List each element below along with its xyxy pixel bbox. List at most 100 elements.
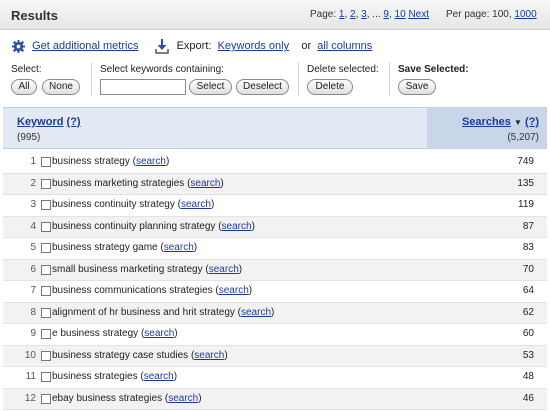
row-checkbox[interactable] [41, 307, 51, 318]
searches-sort-link[interactable]: Searches [462, 116, 511, 128]
keyword-text: business continuity planning strategy [52, 220, 216, 232]
row-checkbox[interactable] [41, 200, 51, 210]
keyword-text: business communications strategies [52, 285, 213, 296]
table-row: 7 business communications strategies (sea… [3, 281, 547, 303]
divider [389, 62, 390, 96]
table-header: Keyword (?) (995) Searches ▼ (?) (5,207) [3, 107, 547, 149]
keyword-text: business marketing strategies [52, 177, 185, 189]
row-checkbox[interactable] [41, 264, 51, 275]
delete-button[interactable]: Delete [307, 79, 353, 95]
searches-column-header: Searches ▼ (?) [462, 116, 539, 128]
search-link[interactable]: search [190, 178, 220, 189]
row-checkbox[interactable] [41, 243, 51, 253]
searches-help-link[interactable]: (?) [525, 116, 539, 128]
table-row: 10 business strategy case studies (search… [3, 345, 547, 367]
row-number: 5 [30, 242, 36, 253]
search-link[interactable]: search [168, 393, 198, 404]
select-containing-button[interactable]: Select [189, 79, 232, 95]
row-checkbox[interactable] [41, 178, 51, 189]
save-button[interactable]: Save [398, 79, 436, 95]
keyword-cell: alignment of hr business and hrit strate… [52, 306, 275, 318]
keyword-cell: business strategies (search) [52, 371, 178, 382]
pager-label: Page: [310, 9, 337, 20]
sort-descending-icon: ▼ [513, 118, 522, 127]
select-label: Select: [11, 64, 42, 75]
keyword-count: (995) [17, 132, 41, 143]
per-page-current: 100 [492, 9, 509, 20]
searches-value: 119 [518, 199, 534, 210]
page-link-1[interactable]: 1 [339, 9, 345, 20]
table-row: 4 business continuity planning strategy (… [3, 216, 547, 238]
metrics-bar: Get additional metrics Export: Keywords … [12, 38, 372, 56]
row-checkbox[interactable] [41, 393, 51, 404]
search-link[interactable]: search [136, 156, 166, 167]
keyword-text: business continuity strategy [52, 199, 175, 210]
keyword-filter-input[interactable] [100, 79, 186, 95]
select-none-button[interactable]: None [42, 79, 80, 95]
row-number: 8 [30, 306, 36, 318]
per-page-label: Per page: [446, 9, 490, 20]
searches-value: 135 [517, 177, 534, 189]
page-link-2[interactable]: 2 [350, 9, 356, 20]
row-number: 11 [25, 371, 36, 382]
searches-value: 70 [522, 263, 534, 275]
page-link-9[interactable]: 9 [383, 9, 389, 20]
search-link[interactable]: search [222, 221, 252, 232]
row-checkbox[interactable] [41, 221, 51, 232]
select-all-button[interactable]: All [11, 79, 37, 95]
keyword-column-header: Keyword (?) [17, 116, 81, 128]
keyword-cell: small business marketing strategy (searc… [52, 263, 243, 275]
pagination: Page: 1, 2, 3, ... 9, 10 Next [310, 9, 430, 20]
row-checkbox[interactable] [41, 329, 51, 339]
keyword-help-link[interactable]: (?) [67, 116, 81, 128]
row-checkbox[interactable] [41, 372, 51, 382]
search-link[interactable]: search [144, 371, 174, 382]
table-row: 12 ebay business strategies (search) 46 [3, 388, 547, 410]
keyword-cell: e business strategy (search) [52, 328, 178, 339]
row-number: 6 [30, 263, 36, 275]
table-row: 11 business strategies (search) 48 [3, 367, 547, 389]
keyword-sort-link[interactable]: Keyword [17, 116, 63, 128]
searches-value: 53 [522, 349, 534, 361]
keyword-text: business strategy case studies [52, 349, 189, 361]
searches-value: 60 [522, 328, 534, 339]
searches-value: 64 [522, 285, 534, 296]
search-link[interactable]: search [194, 350, 224, 361]
row-checkbox[interactable] [41, 350, 51, 361]
searches-value: 749 [517, 156, 534, 167]
keyword-text: small business marketing strategy [52, 263, 203, 275]
export-label: Export: [176, 40, 212, 52]
row-checkbox[interactable] [41, 286, 51, 296]
keyword-cell: ebay business strategies (search) [52, 392, 202, 404]
containing-label: Select keywords containing: [100, 64, 224, 75]
search-link[interactable]: search [241, 307, 271, 318]
row-checkbox[interactable] [41, 157, 51, 167]
export-all-columns-link[interactable]: all columns [317, 40, 372, 52]
page-link-10[interactable]: 10 [395, 9, 406, 20]
keyword-text: e business strategy [52, 328, 139, 339]
keyword-cell: business strategy (search) [52, 156, 170, 167]
row-number: 1 [30, 156, 36, 167]
save-selected-label: Save Selected: [398, 64, 469, 75]
keyword-text: business strategy game [52, 242, 158, 253]
row-number: 3 [30, 199, 36, 210]
search-link[interactable]: search [181, 199, 211, 210]
row-number: 7 [30, 285, 36, 296]
keyword-text: business strategies [52, 371, 138, 382]
per-page-1000-link[interactable]: 1000 [514, 9, 536, 20]
page-link-3[interactable]: 3 [361, 9, 367, 20]
row-number: 9 [30, 328, 36, 339]
divider [91, 62, 92, 96]
row-number: 12 [24, 392, 36, 404]
get-metrics-link[interactable]: Get additional metrics [32, 40, 138, 52]
deselect-containing-button[interactable]: Deselect [236, 79, 289, 95]
gear-icon [12, 39, 25, 53]
export-keywords-link[interactable]: Keywords only [218, 40, 290, 52]
search-link[interactable]: search [209, 264, 239, 275]
search-link[interactable]: search [144, 328, 174, 339]
search-link[interactable]: search [219, 285, 249, 296]
pager-ellipsis: ... [372, 9, 381, 20]
searches-value: 48 [522, 371, 534, 382]
search-link[interactable]: search [164, 242, 194, 253]
next-page-link[interactable]: Next [408, 9, 429, 20]
